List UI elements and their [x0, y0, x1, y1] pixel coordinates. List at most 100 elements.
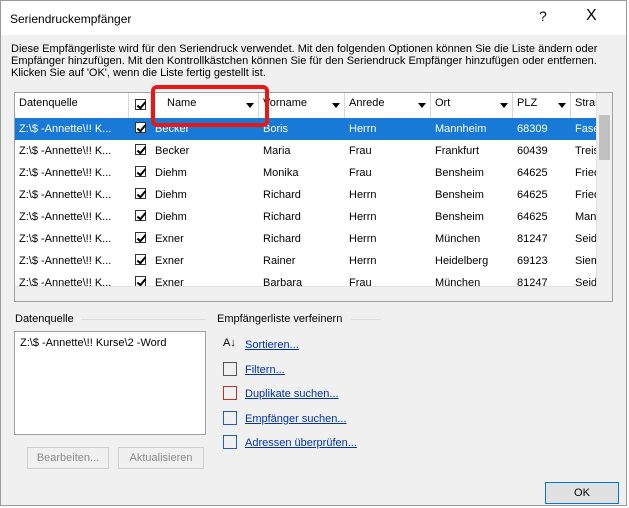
- find-recipient-link[interactable]: Empfänger suchen...: [245, 413, 347, 425]
- chevron-down-icon[interactable]: [500, 103, 508, 108]
- duplicates-icon: [223, 386, 237, 400]
- sort-icon: A↓: [223, 337, 236, 349]
- cell-source: Z:\$ -Annette\!! K...: [19, 123, 112, 135]
- cell-vorname: Boris: [263, 123, 289, 135]
- ok-button[interactable]: OK: [545, 482, 619, 504]
- table-row[interactable]: Z:\$ -Annette\!! K... Exner Rainer Herrn Hei…: [15, 250, 612, 272]
- datasource-list[interactable]: Z:\$ -Annette\!! Kurse\2 -Word: [14, 331, 206, 435]
- cell-name: Exner: [155, 233, 184, 245]
- row-checkbox-cell: [129, 206, 151, 228]
- cell-source: Z:\$ -Annette\!! K...: [19, 145, 112, 157]
- cell-ort: Heidelberg: [435, 255, 489, 267]
- separator: [81, 319, 206, 320]
- refine-group-title: Empfängerliste verfeinern: [217, 313, 347, 325]
- filter-link[interactable]: Filtern...: [245, 364, 285, 376]
- cell-vorname: Rainer: [263, 255, 296, 267]
- cell-plz: 68309: [517, 123, 548, 135]
- cell-name: Becker: [155, 145, 190, 157]
- horizontal-scrollbar[interactable]: [15, 286, 597, 301]
- cell-name: Diehm: [155, 211, 187, 223]
- table-header: Datenquelle Name Vorname Anrede Ort PLZ …: [15, 93, 612, 119]
- cell-plz: 64625: [517, 167, 548, 179]
- cell-source: Z:\$ -Annette\!! K...: [19, 167, 112, 179]
- row-checkbox[interactable]: [135, 210, 146, 221]
- validate-addresses-icon: [223, 435, 237, 449]
- cell-anrede: Herrn: [349, 123, 377, 135]
- highlight-box: [151, 85, 269, 127]
- row-checkbox-cell: [129, 184, 151, 206]
- row-checkbox[interactable]: [135, 188, 146, 199]
- column-header-plz[interactable]: PLZ: [513, 93, 571, 118]
- cell-vorname: Maria: [263, 145, 291, 157]
- refresh-button[interactable]: Aktualisieren: [118, 447, 204, 469]
- duplicates-link[interactable]: Duplikate suchen...: [245, 388, 339, 400]
- column-header-ort[interactable]: Ort: [431, 93, 513, 118]
- cell-vorname: Monika: [263, 167, 299, 179]
- cell-plz: 64625: [517, 211, 548, 223]
- cell-anrede: Herrn: [349, 211, 377, 223]
- column-header-vorname[interactable]: Vorname: [259, 93, 345, 118]
- row-checkbox[interactable]: [135, 166, 146, 177]
- table-row[interactable]: Z:\$ -Annette\!! K... Diehm Richard Herrn Be…: [15, 206, 612, 228]
- scroll-thumb[interactable]: [599, 115, 610, 160]
- row-checkbox[interactable]: [135, 232, 146, 243]
- find-recipient-icon: [223, 411, 237, 425]
- cell-source: Z:\$ -Annette\!! K...: [19, 211, 112, 223]
- chevron-down-icon[interactable]: [332, 103, 340, 108]
- cell-plz: 69123: [517, 255, 548, 267]
- cell-plz: 81247: [517, 233, 548, 245]
- help-button[interactable]: ?: [539, 8, 547, 24]
- dialog-title: Seriendruckempfänger: [10, 12, 132, 26]
- cell-ort: Bensheim: [435, 211, 484, 223]
- recipient-table: Datenquelle Name Vorname Anrede Ort PLZ …: [14, 92, 613, 302]
- separator: [351, 319, 381, 320]
- row-checkbox[interactable]: [135, 254, 146, 265]
- validate-addresses-link[interactable]: Adressen überprüfen...: [245, 437, 357, 449]
- sort-link[interactable]: Sortieren...: [245, 339, 299, 351]
- chevron-down-icon[interactable]: [418, 103, 426, 108]
- datasource-group-title: Datenquelle: [15, 313, 78, 325]
- select-all-checkbox[interactable]: [135, 99, 146, 110]
- close-button[interactable]: X: [586, 7, 597, 25]
- cell-source: Z:\$ -Annette\!! K...: [19, 233, 112, 245]
- row-checkbox-cell: [129, 118, 151, 140]
- cell-name: Diehm: [155, 189, 187, 201]
- cell-anrede: Frau: [349, 145, 372, 157]
- cell-name: Diehm: [155, 167, 187, 179]
- cell-vorname: Richard: [263, 189, 301, 201]
- cell-source: Z:\$ -Annette\!! K...: [19, 189, 112, 201]
- table-row[interactable]: Z:\$ -Annette\!! K... Becker Maria Frau Fran…: [15, 140, 612, 162]
- mail-merge-recipients-dialog: Seriendruckempfänger ? X Diese Empfänger…: [0, 0, 627, 506]
- row-checkbox[interactable]: [135, 122, 146, 133]
- cell-plz: 60439: [517, 145, 548, 157]
- cell-ort: Frankfurt: [435, 145, 480, 157]
- column-header-datenquelle[interactable]: Datenquelle: [15, 93, 129, 118]
- row-checkbox-cell: [129, 250, 151, 272]
- cell-vorname: Richard: [263, 211, 301, 223]
- table-row[interactable]: Z:\$ -Annette\!! K... Diehm Richard Herrn Be…: [15, 184, 612, 206]
- cell-anrede: Herrn: [349, 189, 377, 201]
- row-checkbox-cell: [129, 228, 151, 250]
- cell-anrede: Herrn: [349, 233, 377, 245]
- cell-ort: München: [435, 233, 481, 245]
- cell-anrede: Herrn: [349, 255, 377, 267]
- cell-ort: Mannheim: [435, 123, 487, 135]
- vertical-scrollbar[interactable]: [596, 93, 612, 301]
- cell-plz: 64625: [517, 189, 548, 201]
- column-header-checkbox[interactable]: [129, 93, 151, 118]
- datasource-item[interactable]: Z:\$ -Annette\!! Kurse\2 -Word: [20, 337, 190, 349]
- table-row[interactable]: Z:\$ -Annette\!! K... Exner Richard Herrn Mü…: [15, 228, 612, 250]
- dialog-description: Diese Empfängerliste wird für den Serien…: [11, 43, 598, 79]
- chevron-down-icon[interactable]: [558, 103, 566, 108]
- cell-vorname: Richard: [263, 233, 301, 245]
- row-checkbox-cell: [129, 140, 151, 162]
- table-row[interactable]: Z:\$ -Annette\!! K... Diehm Monika Frau Bens…: [15, 162, 612, 184]
- table-row[interactable]: Z:\$ -Annette\!! K... Becker Boris Herrn Man…: [15, 118, 612, 140]
- filter-icon: [223, 362, 237, 376]
- column-header-anrede[interactable]: Anrede: [345, 93, 431, 118]
- edit-button[interactable]: Bearbeiten...: [27, 447, 109, 469]
- cell-name: Exner: [155, 255, 184, 267]
- row-checkbox[interactable]: [135, 144, 146, 155]
- row-checkbox-cell: [129, 162, 151, 184]
- title-bar: Seriendruckempfänger ? X: [1, 1, 626, 35]
